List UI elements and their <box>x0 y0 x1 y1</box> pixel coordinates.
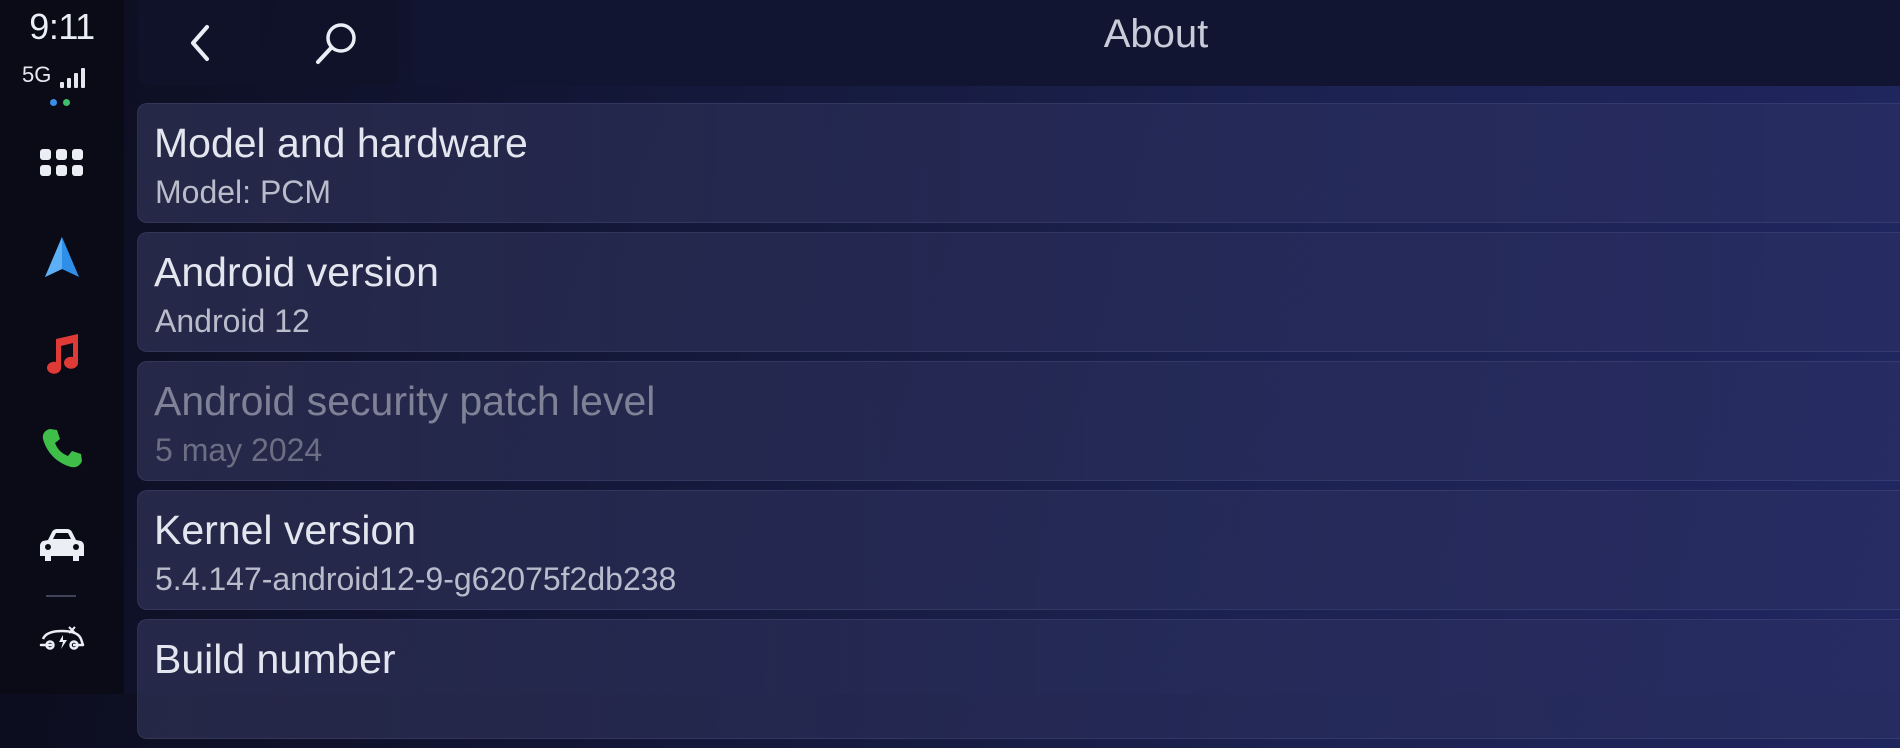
list-item-subtitle: 5 may 2024 <box>155 432 323 468</box>
list-item-title: Model and hardware <box>154 120 528 166</box>
list-item-subtitle: Android 12 <box>155 303 310 339</box>
search-button[interactable] <box>274 0 398 86</box>
phone-icon[interactable] <box>32 420 92 476</box>
rail-divider <box>46 595 76 597</box>
list-item-build-number[interactable]: Build number <box>137 619 1900 739</box>
app-rail: 9:11 5G <box>0 0 124 694</box>
page-indicator-dots <box>50 99 70 106</box>
navigation-arrow-icon[interactable] <box>32 230 92 286</box>
signal-strength-icon <box>60 68 86 88</box>
app-grid-icon[interactable] <box>32 135 92 191</box>
list-item-title: Android version <box>154 249 439 295</box>
ev-charging-car-icon[interactable] <box>32 612 92 668</box>
list-item-title: Build number <box>154 636 396 682</box>
search-icon <box>316 23 356 64</box>
music-note-icon[interactable] <box>32 326 92 382</box>
back-button[interactable] <box>138 0 262 86</box>
list-item-subtitle: Model: PCM <box>155 174 332 210</box>
car-icon[interactable] <box>32 518 92 574</box>
network-type-label: 5G <box>22 62 52 87</box>
list-item-android-version[interactable]: Android version Android 12 <box>137 232 1900 352</box>
status-clock: 9:11 <box>29 6 95 47</box>
page-title: About <box>1103 12 1209 56</box>
list-item-kernel-version[interactable]: Kernel version 5.4.147-android12-9-g6207… <box>137 490 1900 610</box>
list-item-title: Kernel version <box>154 507 417 553</box>
chevron-left-icon <box>191 25 209 61</box>
list-item-model-hardware[interactable]: Model and hardware Model: PCM <box>137 103 1900 223</box>
header-bar: About <box>412 0 1900 86</box>
list-item-security-patch: Android security patch level 5 may 2024 <box>137 361 1900 481</box>
network-status: 5G <box>22 62 86 88</box>
list-item-title: Android security patch level <box>154 378 656 424</box>
about-settings-list: Model and hardware Model: PCM Android ve… <box>137 103 1900 748</box>
list-item-subtitle: 5.4.147-android12-9-g62075f2db238 <box>155 561 677 597</box>
